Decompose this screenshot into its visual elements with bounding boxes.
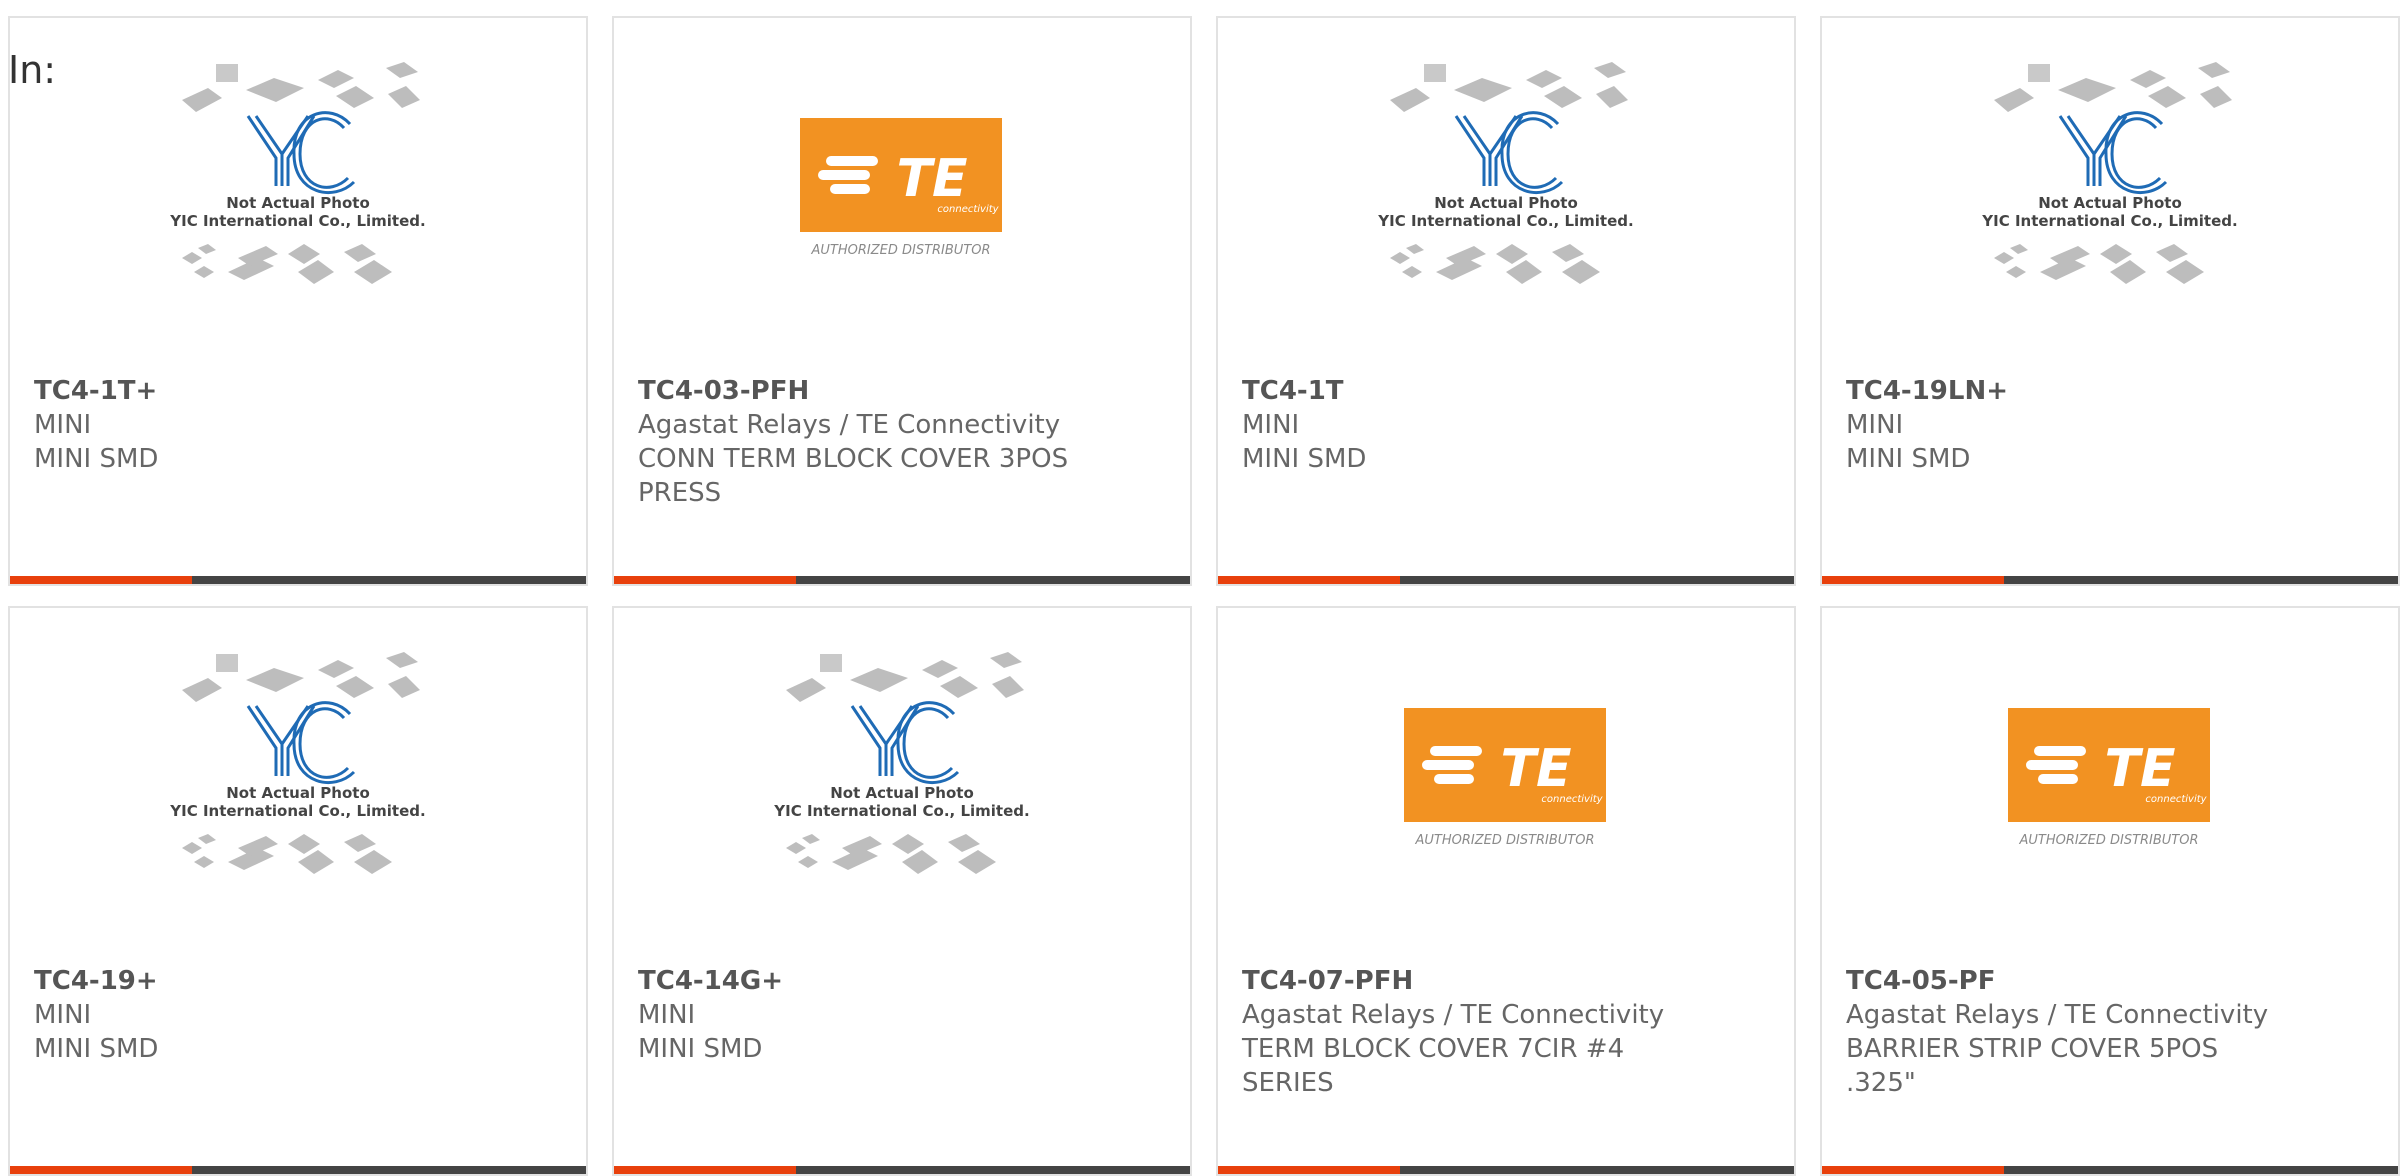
product-manufacturer: MINI <box>34 410 92 440</box>
part-number-link[interactable]: TC4-19+ <box>34 964 158 998</box>
card-bottom-bar <box>1218 1166 1794 1174</box>
svg-text:Not Actual Photo: Not Actual Photo <box>830 784 974 802</box>
part-number-link[interactable]: TC4-07-PFH <box>1242 964 1413 998</box>
product-card[interactable]: TE connectivity AUTHORIZED DISTRIBUTOR T… <box>1216 606 1796 1176</box>
product-manufacturer: MINI <box>34 1000 92 1030</box>
results-prefix-label: In: <box>8 48 57 92</box>
card-accent-strip <box>10 576 192 584</box>
product-description: MINI SMD <box>34 444 159 474</box>
svg-text:YIC International Co., Limited: YIC International Co., Limited. <box>169 212 425 230</box>
product-manufacturer: Agastat Relays / TE Connectivity <box>638 410 1061 440</box>
card-accent-strip <box>614 1166 796 1174</box>
card-accent-strip <box>10 1166 192 1174</box>
product-manufacturer: MINI <box>1242 410 1300 440</box>
card-accent-strip <box>1218 1166 1400 1174</box>
product-description: SERIES <box>1242 1068 1334 1098</box>
product-manufacturer: Agastat Relays / TE Connectivity <box>1846 1000 2269 1030</box>
card-bottom-bar <box>614 1166 1190 1174</box>
product-description: .325" <box>1846 1068 1916 1098</box>
svg-text:YIC International Co., Limited: YIC International Co., Limited. <box>1981 212 2237 230</box>
svg-text:Not Actual Photo: Not Actual Photo <box>1434 194 1578 212</box>
product-description: BARRIER STRIP COVER 5POS <box>1846 1034 2219 1064</box>
svg-text:Not Actual Photo: Not Actual Photo <box>2038 194 2182 212</box>
part-number-link[interactable]: TC4-03-PFH <box>638 374 809 408</box>
card-accent-strip <box>1218 576 1400 584</box>
product-card[interactable]: Not Actual Photo YIC International Co., … <box>1216 16 1796 586</box>
svg-text:AUTHORIZED DISTRIBUTOR: AUTHORIZED DISTRIBUTOR <box>2018 833 2198 848</box>
te-connectivity-logo-image[interactable]: TE connectivity AUTHORIZED DISTRIBUTOR <box>614 108 1190 418</box>
svg-text:connectivity: connectivity <box>1541 794 1603 805</box>
not-actual-photo-placeholder-image[interactable]: Not Actual Photo YIC International Co., … <box>10 58 586 368</box>
product-card[interactable]: Not Actual Photo YIC International Co., … <box>8 606 588 1176</box>
not-actual-photo-placeholder-image[interactable]: Not Actual Photo YIC International Co., … <box>1218 58 1794 368</box>
product-card[interactable]: Not Actual Photo YIC International Co., … <box>1820 16 2400 586</box>
card-bottom-bar <box>1218 576 1794 584</box>
product-description: CONN TERM BLOCK COVER 3POS <box>638 444 1069 474</box>
svg-text:connectivity: connectivity <box>2145 794 2207 805</box>
te-connectivity-logo-image[interactable]: TE connectivity AUTHORIZED DISTRIBUTOR <box>1218 698 1794 1008</box>
svg-text:YIC International Co., Limited: YIC International Co., Limited. <box>773 802 1029 820</box>
part-number-link[interactable]: TC4-05-PF <box>1846 964 1996 998</box>
product-description: MINI SMD <box>1846 444 1971 474</box>
part-number-link[interactable]: TC4-14G+ <box>638 964 783 998</box>
svg-text:Not Actual Photo: Not Actual Photo <box>226 784 370 802</box>
product-description: TERM BLOCK COVER 7CIR #4 <box>1242 1034 1625 1064</box>
card-accent-strip <box>1822 576 2004 584</box>
product-description: PRESS <box>638 478 722 508</box>
svg-text:TE: TE <box>2105 739 2176 799</box>
product-description: MINI SMD <box>34 1034 159 1064</box>
card-bottom-bar <box>614 576 1190 584</box>
product-manufacturer: MINI <box>1846 410 1904 440</box>
card-accent-strip <box>1822 1166 2004 1174</box>
svg-text:YIC International Co., Limited: YIC International Co., Limited. <box>169 802 425 820</box>
svg-text:connectivity: connectivity <box>937 204 999 215</box>
not-actual-photo-placeholder-image[interactable]: Not Actual Photo YIC International Co., … <box>614 648 1190 958</box>
card-bottom-bar <box>1822 1166 2398 1174</box>
product-card[interactable]: Not Actual Photo YIC International Co., … <box>8 16 588 586</box>
svg-text:AUTHORIZED DISTRIBUTOR: AUTHORIZED DISTRIBUTOR <box>810 243 990 258</box>
card-bottom-bar <box>1822 576 2398 584</box>
svg-text:TE: TE <box>897 149 968 209</box>
part-number-link[interactable]: TC4-1T <box>1242 374 1344 408</box>
te-connectivity-logo-image[interactable]: TE connectivity AUTHORIZED DISTRIBUTOR <box>1822 698 2398 1008</box>
product-description: MINI SMD <box>638 1034 763 1064</box>
part-number-link[interactable]: TC4-19LN+ <box>1846 374 2008 408</box>
part-number-link[interactable]: TC4-1T+ <box>34 374 157 408</box>
svg-text:Not Actual Photo: Not Actual Photo <box>226 194 370 212</box>
svg-text:AUTHORIZED DISTRIBUTOR: AUTHORIZED DISTRIBUTOR <box>1414 833 1594 848</box>
card-bottom-bar <box>10 1166 586 1174</box>
card-bottom-bar <box>10 576 586 584</box>
product-card[interactable]: TE connectivity AUTHORIZED DISTRIBUTOR T… <box>1820 606 2400 1176</box>
product-card[interactable]: TE connectivity AUTHORIZED DISTRIBUTOR T… <box>612 16 1192 586</box>
svg-text:TE: TE <box>1501 739 1572 799</box>
product-description: MINI SMD <box>1242 444 1367 474</box>
card-accent-strip <box>614 576 796 584</box>
svg-text:YIC International Co., Limited: YIC International Co., Limited. <box>1377 212 1633 230</box>
product-card[interactable]: Not Actual Photo YIC International Co., … <box>612 606 1192 1176</box>
product-manufacturer: MINI <box>638 1000 696 1030</box>
not-actual-photo-placeholder-image[interactable]: Not Actual Photo YIC International Co., … <box>1822 58 2398 368</box>
product-manufacturer: Agastat Relays / TE Connectivity <box>1242 1000 1665 1030</box>
not-actual-photo-placeholder-image[interactable]: Not Actual Photo YIC International Co., … <box>10 648 586 958</box>
